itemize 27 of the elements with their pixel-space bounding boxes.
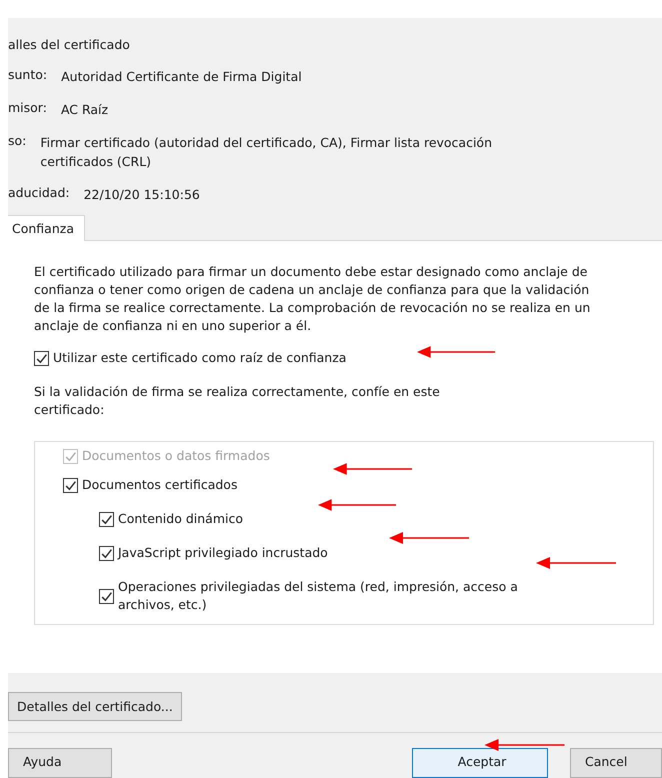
checkbox[interactable]: [99, 546, 114, 560]
dialog-button[interactable]: Ayuda: [8, 748, 112, 778]
checkbox-label: Documentos certificados: [82, 476, 238, 494]
checkbox-label: Contenido dinámico: [118, 510, 243, 528]
section-heading: alles del certificado: [8, 37, 131, 53]
field-label: misor:: [8, 100, 47, 116]
field-label: sunto:: [8, 67, 48, 83]
checkbox[interactable]: [99, 588, 114, 604]
checkbox[interactable]: [34, 350, 49, 366]
dialog-button[interactable]: Cancel: [570, 748, 662, 778]
checkbox-label: JavaScript privilegiado incrustado: [118, 544, 328, 562]
tab[interactable]: Confianza: [8, 215, 85, 241]
checkbox[interactable]: [99, 512, 114, 526]
checkbox-label: Operaciones privilegiadas del sistema (red, impresión, acceso a archivos, etc.): [118, 578, 519, 614]
field-value: 22/10/20 15:10:56: [84, 186, 200, 204]
checkbox[interactable]: [63, 478, 78, 492]
description-text: El certificado utilizado para firmar un documento debe estar designado como anclaje de confianza o tener como origen de cadena un anclaje de confianza para que la validación de la firma se realice correctamente. La comprobación de revocación no se realiza en un anclaje de confianza ni en uno superior a él.: [34, 263, 592, 335]
ok-button[interactable]: Aceptar: [412, 748, 548, 778]
checkbox-label: Utilizar este certificado como raíz de confianza: [53, 349, 346, 367]
field-value: AC Raíz: [60, 101, 108, 119]
field-value: Autoridad Certificante de Firma Digital: [61, 68, 302, 86]
field-label: so:: [8, 133, 26, 149]
checkbox-label: Documentos o datos firmados: [82, 447, 270, 465]
field-label: aducidad:: [8, 185, 70, 201]
field-value: Firmar certificado (autoridad del certificado, CA), Firmar lista revocación certificados (CRL): [40, 134, 494, 171]
details-button[interactable]: Detalles del certificado...: [8, 692, 182, 721]
prompt-text: Si la validación de firma se realiza correctamente, confíe en este certificado:: [34, 383, 441, 419]
